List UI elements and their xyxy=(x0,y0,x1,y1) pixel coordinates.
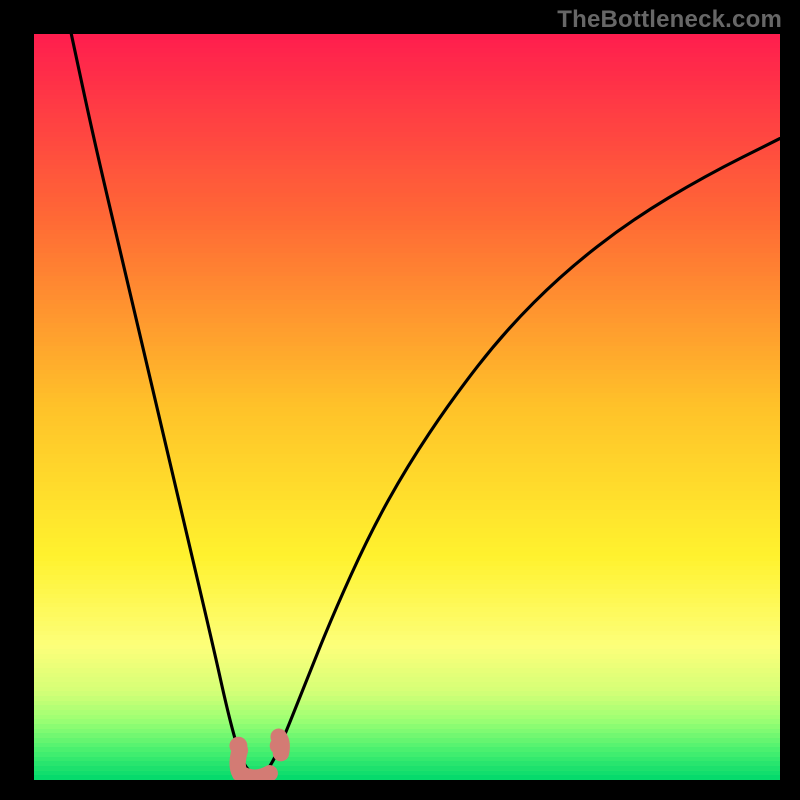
chart-area xyxy=(34,34,780,780)
bottleneck-curve xyxy=(71,34,780,774)
watermark: TheBottleneck.com xyxy=(557,6,782,34)
curve-layer xyxy=(34,34,780,780)
highlight-markers xyxy=(229,737,287,778)
